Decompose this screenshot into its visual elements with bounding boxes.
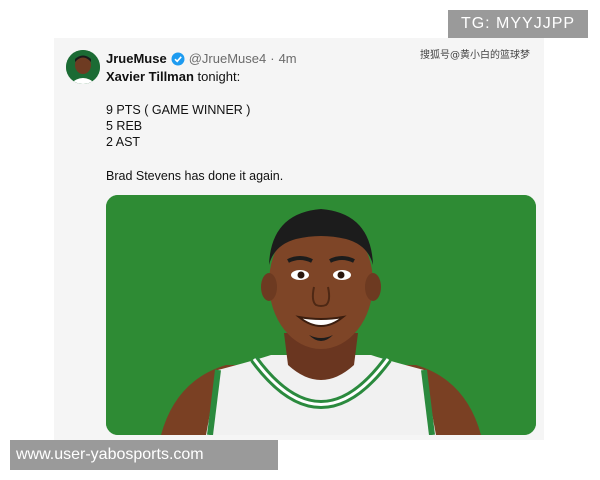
player-name: Xavier Tillman	[106, 69, 194, 84]
telegram-watermark: TG: MYYJJPP	[448, 10, 588, 38]
tweet-quote-line: Brad Stevens has done it again.	[106, 169, 284, 183]
player-illustration	[106, 195, 536, 435]
tweet-timestamp[interactable]: 4m	[279, 51, 297, 66]
separator-dot: ·	[270, 51, 275, 66]
source-watermark: 搜狐号@黄小白的篮球梦	[420, 50, 530, 61]
stat-line: 2 AST	[106, 135, 141, 149]
tweet-header: JrueMuse @JrueMuse4 · 4m	[106, 51, 297, 66]
line1-rest: tonight:	[193, 69, 241, 84]
tweet-text-line1: Xavier Tillman tonight:	[106, 69, 240, 84]
tweet-card: JrueMuse @JrueMuse4 · 4m Xavier Tillman …	[54, 38, 544, 440]
stat-lines: 9 PTS ( GAME WINNER ) 5 REB 2 AST	[106, 102, 250, 150]
url-watermark: www.user-yabosports.com	[10, 440, 278, 470]
avatar[interactable]	[66, 50, 100, 84]
stat-line: 5 REB	[106, 119, 143, 133]
tweet-media-image[interactable]	[106, 195, 536, 435]
author-handle[interactable]: @JrueMuse4	[189, 51, 267, 66]
verified-badge-icon	[171, 52, 185, 66]
author-name[interactable]: JrueMuse	[106, 51, 167, 66]
stat-line: 9 PTS ( GAME WINNER )	[106, 103, 251, 117]
